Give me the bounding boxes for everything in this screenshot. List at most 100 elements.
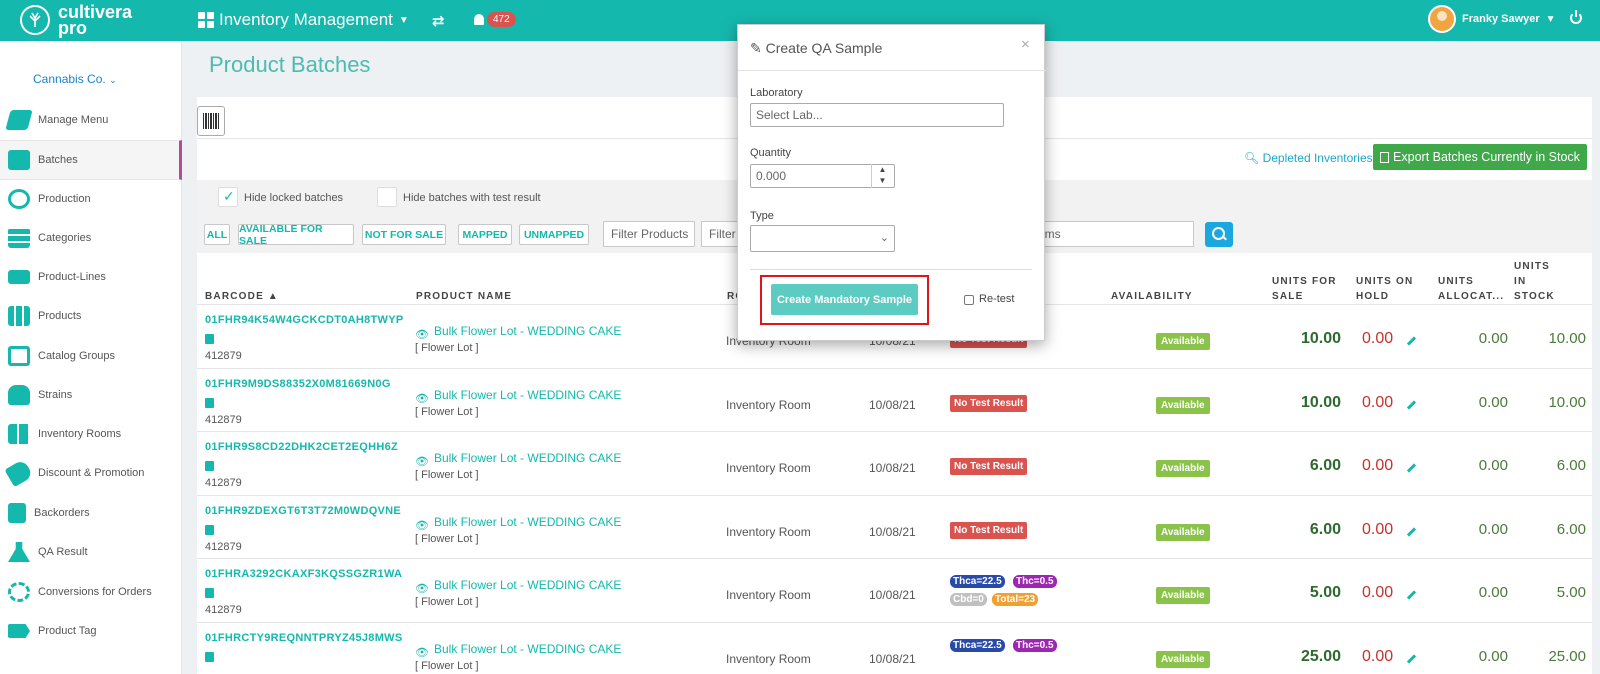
sidebar-item-categories[interactable]: Categories [0,218,182,258]
sidebar-item-catalog-groups[interactable]: Catalog Groups [0,336,182,376]
eye-icon[interactable]: 👁︎ [415,328,429,341]
close-icon[interactable]: × [1021,36,1030,53]
copy-icon[interactable] [205,525,214,535]
filter-mapped-button[interactable]: MAPPED [458,224,512,245]
eye-icon[interactable]: 👁︎ [415,519,429,532]
filter-all-button[interactable]: ALL [204,224,230,245]
barcode-link[interactable]: 01FHR94K54W4GCKCDT0AH8TWYP [205,314,404,326]
col-units-for-sale[interactable]: UNITS FOR SALE [1272,274,1337,304]
barcode-link[interactable]: 01FHRCTY9REQNNTPRYZ45J8MWS [205,632,403,644]
barcode-link[interactable]: 01FHR9S8CD22DHK2CET2EQHH6Z [205,441,398,453]
recycle-icon [8,582,30,602]
sidebar-item-label: Discount & Promotion [38,467,145,479]
edit-icon[interactable] [1406,654,1417,664]
test-result-badge: No Test Result [950,395,1028,412]
col-units-in-stock[interactable]: UNITS IN STOCK [1514,259,1555,304]
depleted-label: Depleted Inventories [1262,151,1373,165]
units-on-hold: 0.00 [1362,584,1394,601]
barcode-link[interactable]: 01FHRA3292CKAXF3KQSSGZR1WA [205,568,402,580]
hide-tested-checkbox[interactable] [377,187,397,207]
col-product-name[interactable]: PRODUCT NAME [416,289,512,304]
production-icon [8,189,30,209]
filter-input[interactable]: Filter [701,221,739,247]
units-allocated: 0.00 [1478,521,1508,538]
edit-icon[interactable] [1406,463,1417,473]
filter-rooms-input[interactable]: oms [1030,221,1194,247]
notifications[interactable]: 472 [474,12,516,27]
search-button[interactable] [1205,222,1233,247]
units-allocated: 0.00 [1478,394,1508,411]
col-units-allocated[interactable]: UNITS ALLOCAT... [1438,274,1504,304]
copy-icon[interactable] [205,652,214,662]
barcode-link[interactable]: 01FHR9M9DS88352X0M81669N0G [205,378,391,390]
filter-available-button[interactable]: AVAILABLE FOR SALE [238,223,354,247]
create-mandatory-sample-button[interactable]: Create Mandatory Sample [771,284,918,315]
barcode-scan-button[interactable] [197,106,225,136]
sidebar-item-inventory-rooms[interactable]: Inventory Rooms [0,414,182,454]
user-menu[interactable]: Franky Sawyer ▼ [1428,5,1556,33]
depleted-inventories-link[interactable]: 🔍︎ Depleted Inventories [1244,151,1373,165]
quantity-stepper[interactable]: ▲ ▼ [871,164,893,188]
sidebar-item-label: Product-Lines [38,271,106,283]
col-availability[interactable]: AVAILABILITY [1111,289,1193,304]
chevron-down-icon: ▼ [878,176,887,185]
units-allocated: 0.00 [1478,457,1508,474]
sidebar-item-qa-result[interactable]: QA Result [0,532,182,572]
sidebar-item-label: Backorders [34,507,90,519]
type-select[interactable]: ⌄ [750,225,895,252]
sidebar-item-batches[interactable]: Batches [0,140,182,180]
product-link[interactable]: Bulk Flower Lot - WEDDING CAKE [434,388,621,402]
power-icon[interactable] [1570,10,1582,24]
eye-icon[interactable]: 👁︎ [415,455,429,468]
logo[interactable]: cultivera pro [20,3,132,37]
edit-icon[interactable] [1406,527,1417,537]
table-row: 01FHRCTY9REQNNTPRYZ45J8MWS 👁︎ Bulk Flowe… [197,622,1592,674]
quantity-label: Quantity [750,147,791,159]
label-icon [8,624,30,638]
header-line: UNITS FOR [1272,276,1337,287]
product-link[interactable]: Bulk Flower Lot - WEDDING CAKE [434,324,621,338]
eye-icon[interactable]: 👁︎ [415,646,429,659]
product-link[interactable]: Bulk Flower Lot - WEDDING CAKE [434,451,621,465]
copy-icon[interactable] [205,398,214,408]
filter-products-input[interactable]: Filter Products [603,221,695,247]
sidebar-item-production[interactable]: Production [0,179,182,219]
product-link[interactable]: Bulk Flower Lot - WEDDING CAKE [434,578,621,592]
filter-not-for-sale-button[interactable]: NOT FOR SALE [362,224,446,245]
hide-locked-checkbox[interactable] [218,187,238,207]
product-link[interactable]: Bulk Flower Lot - WEDDING CAKE [434,642,621,656]
room: Inventory Room [726,398,811,412]
filter-unmapped-button[interactable]: UNMAPPED [519,224,589,245]
edit-icon[interactable] [1406,336,1417,346]
eye-icon[interactable]: 👁︎ [415,582,429,595]
sidebar-item-backorders[interactable]: Backorders [0,493,182,533]
module-menu[interactable]: Inventory Management ▼ [198,10,409,30]
copy-icon[interactable] [205,461,214,471]
edit-icon[interactable] [1406,590,1417,600]
product-type: [ Flower Lot ] [415,533,479,545]
retest-checkbox[interactable] [964,295,974,305]
eye-icon[interactable]: 👁︎ [415,392,429,405]
availability-badge: Available [1156,651,1210,668]
pencil-icon: ✎ [750,40,762,56]
units-in-stock: 5.00 [1556,584,1586,601]
col-units-on-hold[interactable]: UNITS ON HOLD [1356,274,1413,304]
file-export-icon [1380,151,1390,163]
org-selector[interactable]: Cannabis Co. ⌄ [33,72,117,86]
barcode-link[interactable]: 01FHR9ZDEXGT6T3T72M0WDQVNE [205,505,401,517]
sidebar-item-product-tag[interactable]: Product Tag [0,611,182,651]
export-button[interactable]: Export Batches Currently in Stock [1373,144,1587,170]
copy-icon[interactable] [205,334,214,344]
switch-icon[interactable]: ⇄ [432,12,445,30]
laboratory-select[interactable]: Select Lab... [750,103,1004,127]
copy-icon[interactable] [205,588,214,598]
sidebar-item-discount[interactable]: Discount & Promotion [0,453,182,493]
sidebar-item-conversions[interactable]: Conversions for Orders [0,572,182,612]
col-barcode[interactable]: BARCODE ▲ [205,289,279,304]
sidebar-item-products[interactable]: Products [0,296,182,336]
product-link[interactable]: Bulk Flower Lot - WEDDING CAKE [434,515,621,529]
edit-icon[interactable] [1406,400,1417,410]
sidebar-item-product-lines[interactable]: Product-Lines [0,257,182,297]
sidebar-item-strains[interactable]: Strains [0,375,182,415]
sidebar-item-manage-menu[interactable]: Manage Menu [0,100,182,140]
